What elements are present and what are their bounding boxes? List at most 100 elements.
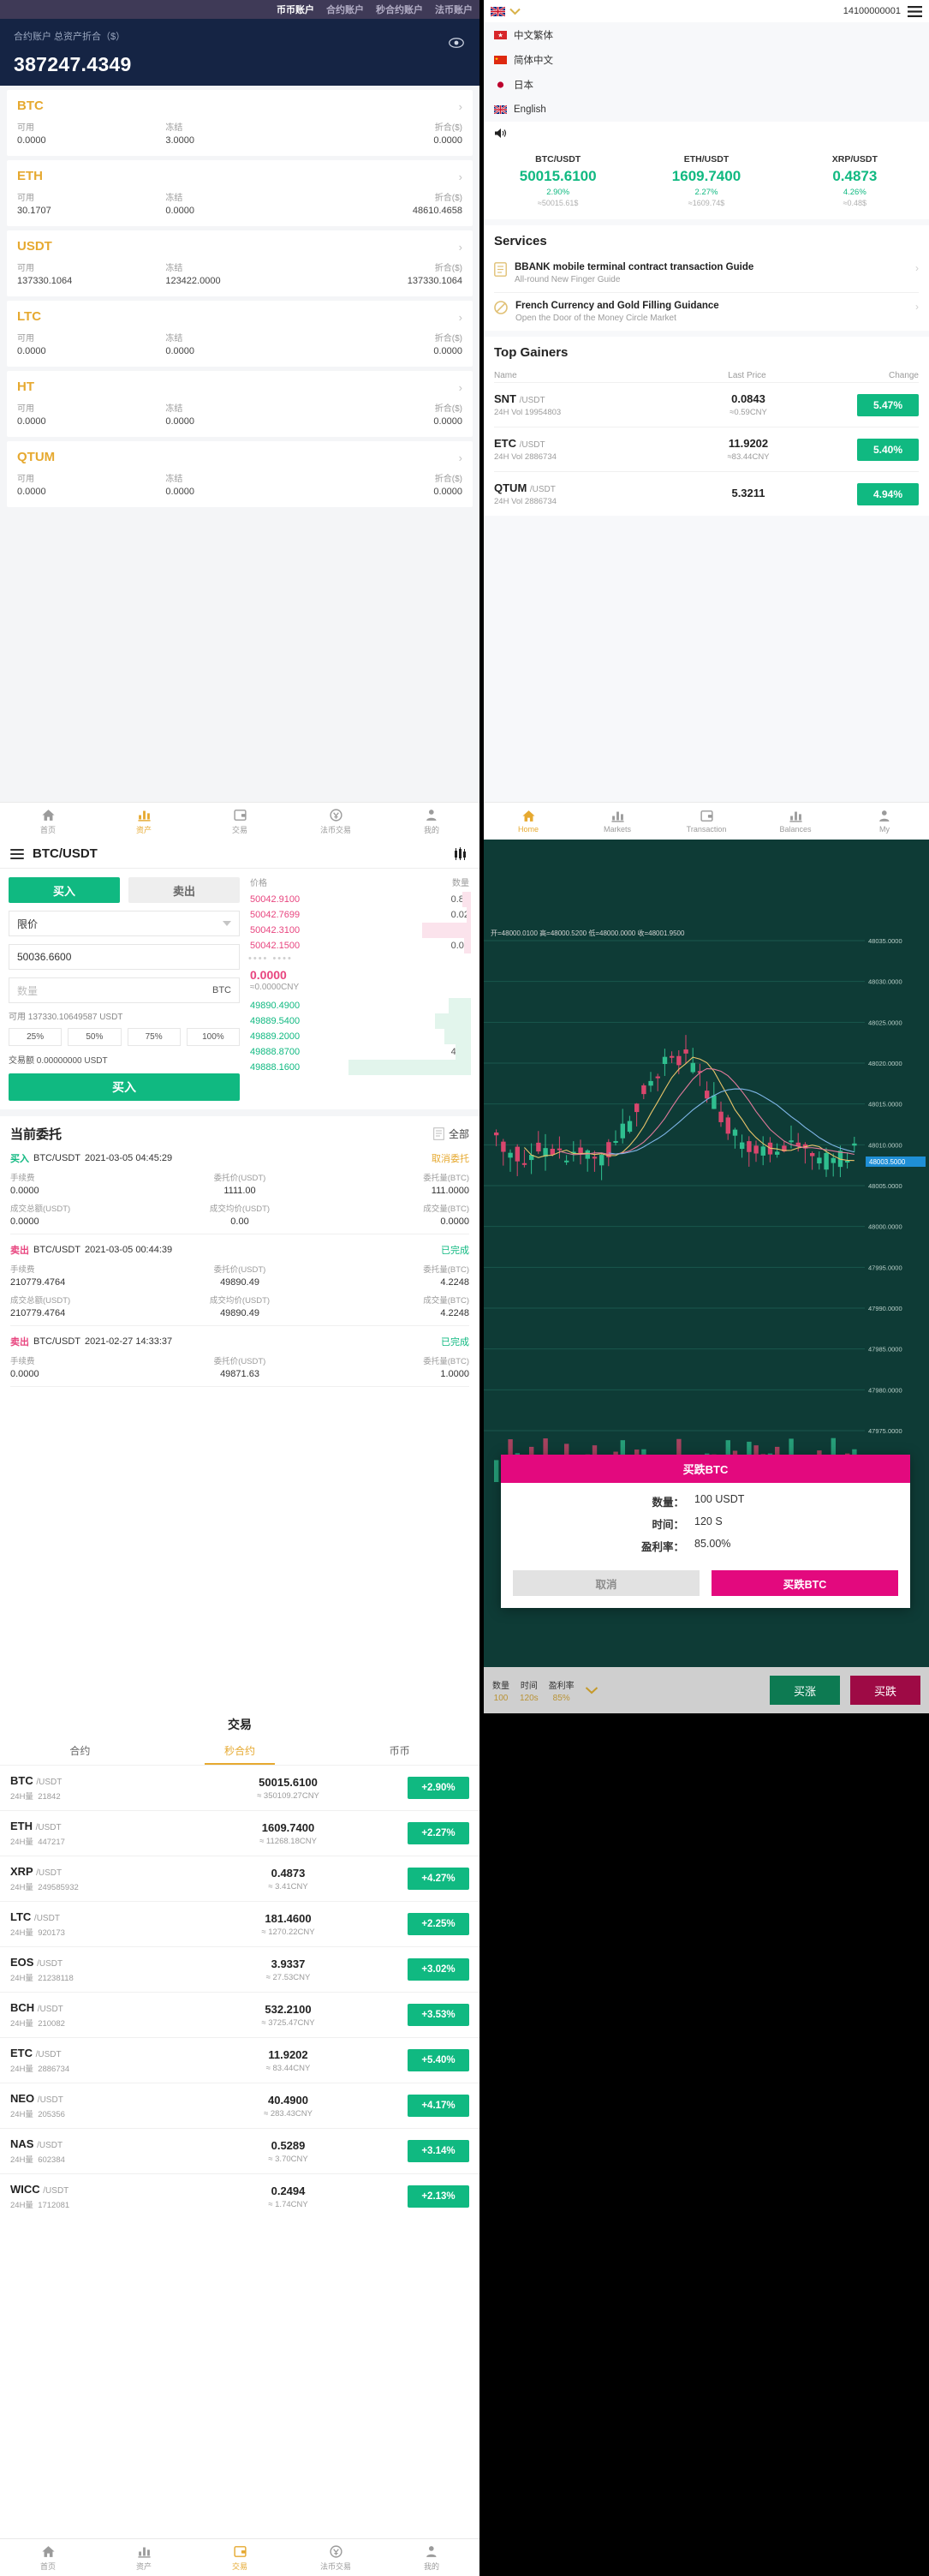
orderbook-row[interactable]: 49888.1600 346.88 [248,1060,471,1075]
tabbar-item-资产[interactable]: 资产 [96,2539,192,2576]
chevron-down-icon[interactable] [585,1686,598,1694]
orderbook-row[interactable]: 50042.1500 0.05 [248,938,471,953]
hamburger-icon[interactable] [908,5,922,17]
orderbook-row[interactable]: 50042.7699 0.02 [248,907,471,923]
order-amount-field[interactable]: 数量 100 [492,1678,509,1703]
orderbook-row[interactable]: 49889.2000 8.92 [248,1029,471,1044]
market-symbol: ETH /USDT [10,1820,62,1832]
markets-tab-合约[interactable]: 合约 [0,1736,160,1765]
submit-buy-button[interactable]: 买入 [9,1073,240,1101]
order-price-value: 1111.00 [223,1186,256,1196]
language-item-中文繁体[interactable]: 中文繁体 [484,22,929,47]
coin-card[interactable]: LTC › 可用 冻结 折合($) 0.0000 0.0000 0.0000 [7,301,473,367]
service-item[interactable]: French Currency and Gold Filling Guidanc… [494,293,919,331]
ticker-card[interactable]: XRP/USDT 0.4873 4.26% ≈0.48$ [781,154,929,207]
tabbar-item-我的[interactable]: 我的 [384,2539,479,2576]
order-side: 卖出 [10,1337,29,1348]
menu-icon[interactable] [10,848,24,859]
account-tab-fiat[interactable]: 法币账户 [435,3,473,16]
speaker-icon [495,128,507,138]
gainer-row[interactable]: ETC /USDT 24H Vol 2886734 11.9202 ≈83.44… [494,427,919,471]
tabbar-item-首页[interactable]: 首页 [0,803,96,840]
sell-tab-button[interactable]: 卖出 [128,877,240,903]
order-pair: BTC/USDT [33,1336,80,1347]
uk-flag-icon[interactable] [491,6,505,16]
filled-qty-label: 成交量(BTC) [423,1204,470,1214]
market-row[interactable]: NEO /USDT 24H量 205356 40.4900 ≈ 283.43CN… [0,2083,479,2128]
tabbar-item-Markets[interactable]: Markets [573,803,662,840]
percent-button-75%[interactable]: 75% [127,1028,181,1046]
market-price: 532.2100 [265,2002,312,2016]
tabbar-item-首页[interactable]: 首页 [0,2539,96,2576]
available-balance-text: 可用 137330.10649587 USDT [9,1013,123,1022]
market-row[interactable]: EOS /USDT 24H量 21238118 3.9337 ≈ 27.53CN… [0,1946,479,1992]
percent-button-100%[interactable]: 100% [186,1028,240,1046]
market-row[interactable]: LTC /USDT 24H量 920173 181.4600 ≈ 1270.22… [0,1901,479,1946]
account-tab-coin[interactable]: 币币账户 [277,3,314,16]
account-tab-contract[interactable]: 合约账户 [326,3,364,16]
eye-icon[interactable] [449,38,464,48]
orderbook-row[interactable]: 50042.3100 10.23 [248,923,471,938]
market-row[interactable]: BTC /USDT 24H量 21842 50015.6100 ≈ 350109… [0,1765,479,1810]
tabbar-item-我的[interactable]: 我的 [384,803,479,840]
gainer-row[interactable]: QTUM /USDT 24H Vol 2886734 5.3211 4.94% [494,471,919,516]
market-row[interactable]: XRP /USDT 24H量 249585932 0.4873 ≈ 3.41CN… [0,1856,479,1901]
candlestick-icon[interactable] [454,846,469,861]
amount-input[interactable]: 数量 BTC [9,977,240,1003]
percent-button-25%[interactable]: 25% [9,1028,63,1046]
tabbar-item-My[interactable]: My [840,803,929,840]
ticker-card[interactable]: BTC/USDT 50015.6100 2.90% ≈50015.61$ [484,154,632,207]
ticker-change: 4.26% [843,188,866,197]
service-item[interactable]: BBANK mobile terminal contract transacti… [494,254,919,293]
buy-down-button[interactable]: 买跌 [850,1676,920,1705]
language-item-简体中文[interactable]: 简体中文 [484,47,929,72]
orderbook-last: 0.0000 ≈0.0000CNY [248,964,471,998]
trade-pair-title[interactable]: BTC/USDT [33,846,98,861]
tabbar-item-法币交易[interactable]: 法币交易 [288,2539,384,2576]
coin-card[interactable]: USDT › 可用 冻结 折合($) 137330.1064 123422.00… [7,230,473,296]
price-input[interactable]: 50036.6600 [9,944,240,970]
tabbar-item-Balances[interactable]: Balances [751,803,840,840]
market-row[interactable]: WICC /USDT 24H量 1712081 0.2494 ≈ 1.74CNY… [0,2173,479,2219]
order-status[interactable]: 取消委托 [432,1151,469,1165]
market-row[interactable]: ETH /USDT 24H量 447217 1609.7400 ≈ 11268.… [0,1810,479,1856]
order-profit-field[interactable]: 盈利率 85% [549,1678,575,1703]
gainer-row[interactable]: SNT /USDT 24H Vol 19954803 0.0843 ≈0.59C… [494,382,919,427]
chart-panel: 48035.0000 48030.0000 48025.0000 48020.0000… [484,840,929,1713]
orderbook-row[interactable]: 49889.5400 12.75 [248,1013,471,1029]
language-item-日本[interactable]: 日本 [484,72,929,97]
tabbar-item-Home[interactable]: Home [484,803,573,840]
modal-cancel-button[interactable]: 取消 [513,1570,700,1596]
markets-tab-币币[interactable]: 币币 [319,1736,479,1765]
buy-tab-button[interactable]: 买入 [9,877,120,903]
orderbook-row[interactable]: 49888.8700 4.46 [248,1044,471,1060]
market-row[interactable]: BCH /USDT 24H量 210082 532.2100 ≈ 3725.47… [0,1992,479,2037]
orderbook-row[interactable]: 50042.9100 0.81 [248,892,471,907]
percent-button-50%[interactable]: 50% [68,1028,122,1046]
tabbar-item-资产[interactable]: 资产 [96,803,192,840]
buy-up-button[interactable]: 买涨 [770,1676,840,1705]
market-row[interactable]: NAS /USDT 24H量 602384 0.5289 ≈ 3.70CNY +… [0,2128,479,2173]
coin-card[interactable]: BTC › 可用 冻结 折合($) 0.0000 3.0000 0.0000 [7,90,473,156]
gainer-symbol: QTUM /USDT [494,481,556,494]
tabbar-item-法币交易[interactable]: 法币交易 [288,803,384,840]
ticker-card[interactable]: ETH/USDT 1609.7400 2.27% ≈1609.74$ [632,154,780,207]
tabbar-item-交易[interactable]: 交易 [192,2539,288,2576]
order-type-select[interactable]: 限价 [9,911,240,936]
order-time-field[interactable]: 时间 120s [520,1678,539,1703]
markets-tab-秒合约[interactable]: 秒合约 [160,1736,320,1765]
coin-card[interactable]: HT › 可用 冻结 折合($) 0.0000 0.0000 0.0000 [7,371,473,437]
orderbook-row[interactable]: 49890.4900 5.10 [248,998,471,1013]
orders-all-button[interactable]: 全部 [433,1127,469,1141]
chevron-down-icon[interactable] [509,8,521,15]
announcement-bar[interactable] [484,122,929,144]
tabbar-label: 我的 [423,2561,439,2571]
language-item-English[interactable]: English [484,97,929,122]
tabbar-item-交易[interactable]: 交易 [192,803,288,840]
account-tab-second-contract[interactable]: 秒合约账户 [376,3,423,16]
coin-card[interactable]: ETH › 可用 冻结 折合($) 30.1707 0.0000 48610.4… [7,160,473,226]
coin-card[interactable]: QTUM › 可用 冻结 折合($) 0.0000 0.0000 0.0000 [7,441,473,507]
market-row[interactable]: ETC /USDT 24H量 2886734 11.9202 ≈ 83.44CN… [0,2037,479,2083]
tabbar-item-Transaction[interactable]: Transaction [662,803,751,840]
modal-confirm-button[interactable]: 买跌BTC [712,1570,898,1596]
